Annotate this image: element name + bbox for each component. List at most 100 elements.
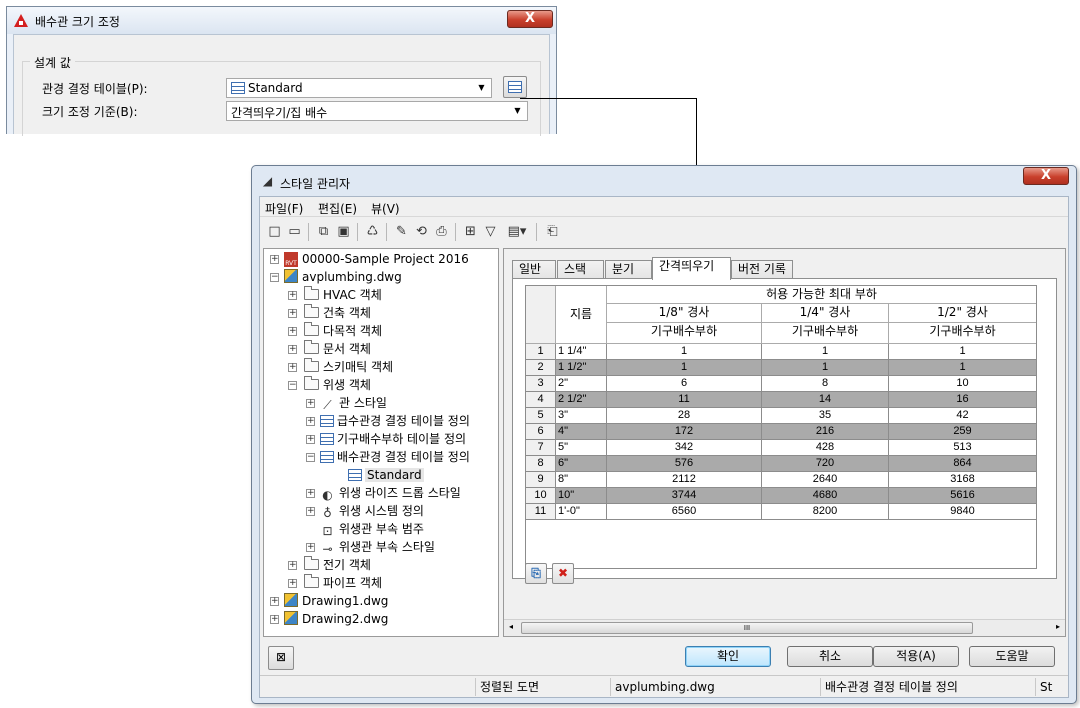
filter-icon[interactable]: ▽ [482, 223, 499, 240]
chevron-down-icon[interactable]: ▼ [510, 104, 525, 118]
load-cell-1-4[interactable]: 35 [762, 408, 889, 424]
collapse-minus-icon[interactable]: − [270, 273, 279, 282]
load-cell-1-2[interactable]: 16 [889, 392, 1036, 408]
expand-plus-icon[interactable]: + [270, 597, 279, 606]
load-cell-1-2[interactable]: 42 [889, 408, 1036, 424]
slope-header-2[interactable]: 1/4" 경사 [762, 304, 889, 323]
tree-item-fitting-style[interactable]: + ⊸ 위생관 부속 스타일 [306, 538, 435, 556]
tree-item-electrical[interactable]: + 전기 객체 [288, 556, 371, 574]
table-row[interactable]: 8 6" 576 720 864 [526, 456, 1036, 472]
set-from-icon[interactable]: ⟲ [413, 223, 430, 240]
menu-view[interactable]: 뷰(V) [371, 200, 400, 217]
load-cell-1-2[interactable]: 513 [889, 440, 1036, 456]
expand-plus-icon[interactable]: + [288, 363, 297, 372]
menu-file[interactable]: 파일(F) [265, 200, 303, 217]
load-cell-1-8[interactable]: 576 [607, 456, 762, 472]
tree-item-fixture-unit[interactable]: + 기구배수부하 테이블 정의 [306, 430, 466, 448]
tree-item-pipe-styles[interactable]: + ⟋ 관 스타일 [306, 394, 387, 412]
load-cell-1-2[interactable]: 10 [889, 376, 1036, 392]
tree-item-drawing1[interactable]: + Drawing1.dwg [270, 592, 388, 610]
delete-row-button[interactable]: ✖ [552, 563, 574, 584]
load-cell-1-2[interactable]: 864 [889, 456, 1036, 472]
expand-plus-icon[interactable]: + [288, 309, 297, 318]
tab-stack[interactable]: 스택 [557, 260, 604, 279]
size-cell[interactable]: 1 1/2" [556, 360, 607, 376]
tab-offset[interactable]: 간격띄우기 [652, 257, 731, 280]
resize-dialog-close-button[interactable]: X [507, 10, 553, 28]
load-cell-1-4[interactable]: 428 [762, 440, 889, 456]
table-row[interactable]: 42 1/2" 11 14 16 [526, 392, 1036, 408]
size-cell[interactable]: 5" [556, 440, 607, 456]
expand-plus-icon[interactable]: + [288, 561, 297, 570]
tree-item-project[interactable]: + RVT 00000-Sample Project 2016 [270, 250, 469, 268]
new-drawing-icon[interactable]: □ [266, 223, 283, 240]
new-style-icon[interactable]: ✎ [393, 223, 410, 240]
scroll-left-icon[interactable]: ◂ [509, 622, 513, 631]
expand-plus-icon[interactable]: + [288, 579, 297, 588]
load-cell-1-4[interactable]: 1 [762, 360, 889, 376]
load-cell-1-8[interactable]: 6560 [607, 504, 762, 520]
expand-plus-icon[interactable]: + [270, 615, 279, 624]
load-cell-1-2[interactable]: 1 [889, 344, 1036, 360]
tab-version-history[interactable]: 버전 기록 [731, 260, 793, 279]
slope-header-3[interactable]: 1/2" 경사 [889, 304, 1036, 323]
tree-item-riser-drop[interactable]: + ◐ 위생 라이즈 드롭 스타일 [306, 484, 461, 502]
expand-plus-icon[interactable]: + [306, 417, 315, 426]
size-cell[interactable]: 6" [556, 456, 607, 472]
table-row[interactable]: 11 1/4" 1 1 1 [526, 344, 1036, 360]
expand-plus-icon[interactable]: + [288, 345, 297, 354]
load-cell-1-8[interactable]: 2112 [607, 472, 762, 488]
inline-edit-toggle-button[interactable]: ⊠ [268, 646, 294, 670]
load-cell-1-8[interactable]: 3744 [607, 488, 762, 504]
size-column-header[interactable]: 지름 [556, 286, 607, 344]
horizontal-scrollbar[interactable]: ◂ III ▸ [504, 619, 1065, 636]
collapse-minus-icon[interactable]: − [288, 381, 297, 390]
tree-item-plumbing[interactable]: − 위생 객체 [288, 376, 371, 394]
expand-plus-icon[interactable]: + [306, 435, 315, 444]
load-cell-1-8[interactable]: 6 [607, 376, 762, 392]
expand-plus-icon[interactable]: + [288, 327, 297, 336]
load-cell-1-4[interactable]: 14 [762, 392, 889, 408]
tree-item-piping[interactable]: + 파이프 객체 [288, 574, 382, 592]
load-cell-1-2[interactable]: 5616 [889, 488, 1036, 504]
copy-icon[interactable]: ⧉ [315, 223, 332, 240]
size-cell[interactable]: 1'-0" [556, 504, 607, 520]
sizing-criteria-select[interactable]: 간격띄우기/집 배수 ▼ [226, 101, 528, 121]
tree-item-supply-sizing[interactable]: + 급수관경 결정 테이블 정의 [306, 412, 470, 430]
table-browse-button[interactable] [503, 76, 527, 98]
load-cell-1-8[interactable]: 1 [607, 360, 762, 376]
size-cell[interactable]: 2" [556, 376, 607, 392]
expand-plus-icon[interactable]: + [288, 291, 297, 300]
load-cell-1-4[interactable]: 4680 [762, 488, 889, 504]
size-cell[interactable]: 1 1/4" [556, 344, 607, 360]
toggle-view-icon[interactable]: ⊞ [462, 223, 479, 240]
table-row[interactable]: 21 1/2" 1 1 1 [526, 360, 1036, 376]
purge-icon[interactable]: ♺ [364, 223, 381, 240]
tree-item-system-def[interactable]: + ♁ 위생 시스템 정의 [306, 502, 424, 520]
tree-item-architecture[interactable]: + 건축 객체 [288, 304, 371, 322]
inline-edit-icon[interactable]: ⎗ [544, 223, 561, 240]
tree-item-multipurpose[interactable]: + 다목적 객체 [288, 322, 382, 340]
expand-plus-icon[interactable]: + [306, 489, 315, 498]
expand-plus-icon[interactable]: + [306, 399, 315, 408]
load-cell-1-2[interactable]: 1 [889, 360, 1036, 376]
sizing-table-select[interactable]: Standard ▼ [226, 78, 492, 98]
load-cell-1-4[interactable]: 8200 [762, 504, 889, 520]
load-cell-1-2[interactable]: 3168 [889, 472, 1036, 488]
tree-item-documentation[interactable]: + 문서 객체 [288, 340, 371, 358]
table-row[interactable]: 10 10" 3744 4680 5616 [526, 488, 1036, 504]
tree-item-avplumbing[interactable]: − avplumbing.dwg [270, 268, 402, 286]
tree-item-hvac[interactable]: + HVAC 객체 [288, 286, 382, 304]
open-drawing-icon[interactable]: ▭ [286, 223, 303, 240]
table-row[interactable]: 11 1'-0" 6560 8200 9840 [526, 504, 1036, 520]
load-cell-1-4[interactable]: 720 [762, 456, 889, 472]
collapse-minus-icon[interactable]: − [306, 453, 315, 462]
tree-item-drawing2[interactable]: + Drawing2.dwg [270, 610, 388, 628]
scroll-right-icon[interactable]: ▸ [1056, 622, 1060, 631]
load-cell-1-2[interactable]: 259 [889, 424, 1036, 440]
table-row[interactable]: 7 5" 342 428 513 [526, 440, 1036, 456]
size-cell[interactable]: 2 1/2" [556, 392, 607, 408]
tree-item-standard[interactable]: Standard [348, 466, 424, 484]
cancel-button[interactable]: 취소 [787, 646, 873, 667]
help-button[interactable]: 도움말 [969, 646, 1055, 667]
